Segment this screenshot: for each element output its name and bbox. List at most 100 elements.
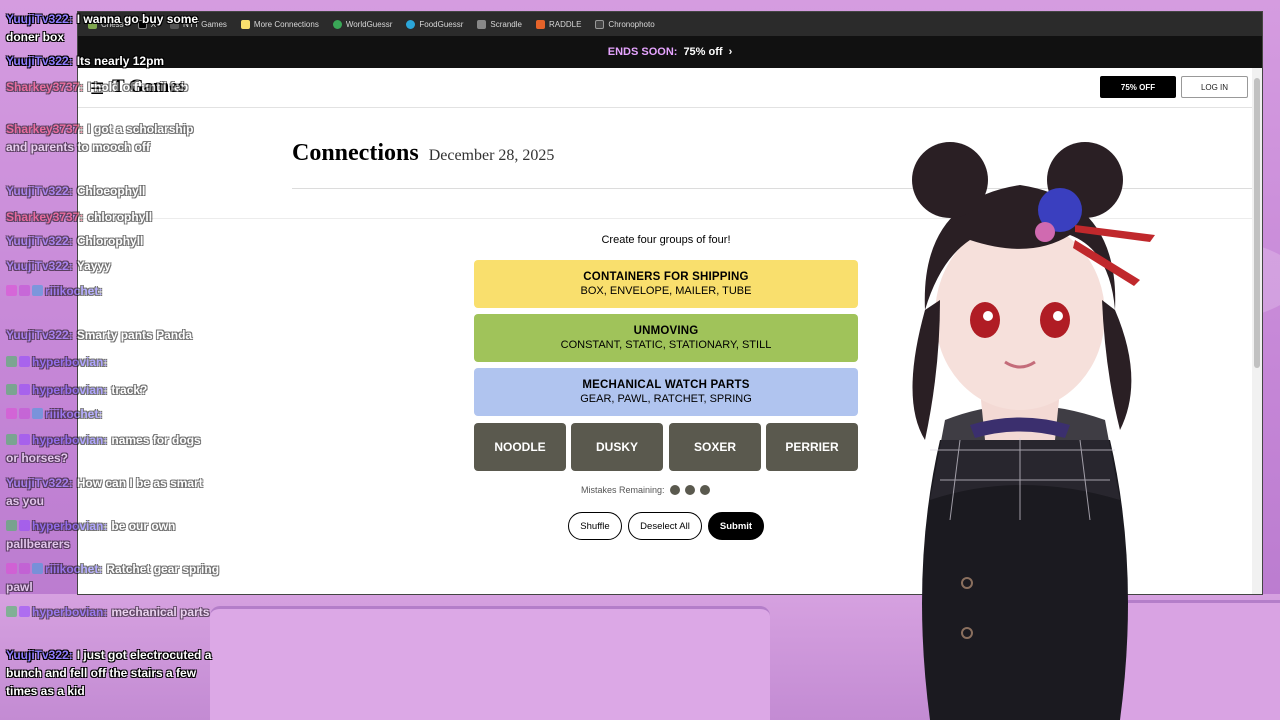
- group-words: GEAR, PAWL, RATCHET, SPRING: [580, 393, 752, 405]
- chat-username: YuujiTv322:: [6, 648, 73, 662]
- solved-group-yellow: CONTAINERS FOR SHIPPING BOX, ENVELOPE, M…: [474, 260, 858, 308]
- badge-icon: [19, 606, 30, 617]
- badge-icon: [19, 434, 30, 445]
- bookmark-label: RADDLE: [548, 19, 582, 29]
- mistakes-label: Mistakes Remaining:: [581, 485, 665, 495]
- badge-icon: [19, 285, 30, 296]
- chat-username: hyperbovian:: [32, 433, 108, 447]
- bookmark-worldguessr[interactable]: WorldGuessr: [332, 19, 393, 29]
- shuffle-button[interactable]: Shuffle: [568, 512, 622, 540]
- chat-message: YuujiTv322: Chloeophyll: [6, 182, 226, 200]
- mistake-dot: [669, 485, 680, 495]
- chat-username: YuujiTv322:: [6, 184, 73, 198]
- bookmark-label: Scrandle: [490, 19, 522, 29]
- deselect-all-button[interactable]: Deselect All: [628, 512, 702, 540]
- chat-username: hyperbovian:: [32, 383, 108, 397]
- mistake-dot: [684, 485, 695, 495]
- promo-banner[interactable]: ENDS SOON: 75% off ›: [78, 36, 1262, 68]
- chat-username: Sharkey3737:: [6, 122, 84, 136]
- chat-username: YuujiTv322:: [6, 476, 73, 490]
- chat-username: YuujiTv322:: [6, 234, 73, 248]
- login-button[interactable]: LOG IN: [1181, 76, 1248, 98]
- bookmark-more-connections[interactable]: More Connections: [240, 19, 319, 29]
- bookmark-label: Chronophoto: [608, 19, 655, 29]
- group-name: MECHANICAL WATCH PARTS: [582, 379, 750, 391]
- chat-message: Sharkey3737: I hold off until feb: [6, 78, 206, 96]
- chat-text: Chloeophyll: [76, 184, 146, 198]
- badge-icon: [19, 356, 30, 367]
- solved-group-blue: MECHANICAL WATCH PARTS GEAR, PAWL, RATCH…: [474, 368, 858, 416]
- bookmark-label: More Connections: [253, 19, 319, 29]
- game-date: December 28, 2025: [428, 147, 555, 164]
- chat-text: Yayyy: [76, 259, 111, 273]
- word-tile-dusky[interactable]: DUSKY: [571, 423, 663, 471]
- chat-text: Smarty pants Panda: [76, 328, 193, 342]
- chat-message: hyperbovian: names for dogs or horses?: [6, 431, 216, 467]
- word-tile-noodle[interactable]: NOODLE: [474, 423, 566, 471]
- badge-icon: [19, 408, 30, 419]
- submit-button[interactable]: Submit: [708, 512, 764, 540]
- chat-username: hyperbovian:: [32, 355, 108, 369]
- food-icon: [406, 19, 416, 29]
- mistake-dot: [699, 485, 710, 495]
- bookmark-label: FoodGuessr: [419, 19, 464, 29]
- badge-icon: [6, 285, 17, 296]
- vtuber-avatar: [912, 142, 1155, 720]
- bookmark-raddle[interactable]: RADDLE: [535, 19, 582, 29]
- raddle-icon: [535, 19, 545, 29]
- chat-username: Sharkey3737:: [6, 210, 84, 224]
- chat-message: YuujiTv322: I just got electrocuted a bun…: [6, 646, 221, 700]
- game-title: Connections: [292, 140, 419, 166]
- chat-message: YuujiTv322: How can I be as smart as you: [6, 474, 216, 510]
- subscribe-button[interactable]: 75% OFF: [1100, 76, 1176, 98]
- word-tile-soxer[interactable]: SOXER: [669, 423, 761, 471]
- chat-message: YuujiTv322: I wanna go buy some doner box: [6, 10, 206, 46]
- badge-icon: [6, 356, 17, 367]
- bookmark-scrandle[interactable]: Scrandle: [477, 19, 522, 29]
- promo-offer: 75% off: [683, 46, 723, 58]
- site-header: ☰ T Games 75% OFF LOG IN: [78, 68, 1262, 108]
- chat-text: Chlorophyll: [76, 234, 144, 248]
- chat-text: I hold off until feb: [87, 80, 189, 94]
- badge-icon: [6, 520, 17, 531]
- group-words: CONSTANT, STATIC, STATIONARY, STILL: [560, 339, 772, 351]
- chat-message: Sharkey3737: I got a scholarship and pare…: [6, 120, 206, 156]
- chat-username: riiikochet:: [45, 284, 103, 298]
- word-tile-perrier[interactable]: PERRIER: [766, 423, 858, 471]
- chevron-right-icon: ›: [728, 46, 733, 58]
- chat-message: hyperbovian: be our own pallbearers: [6, 517, 216, 553]
- bookmark-label: WorldGuessr: [345, 19, 393, 29]
- chat-message: YuujiTv322: Its nearly 12pm: [6, 52, 206, 70]
- badge-icon: [6, 606, 17, 617]
- chat-username: YuujiTv322:: [6, 54, 73, 68]
- chat-text: mechanical parts: [111, 605, 210, 619]
- group-words: BOX, ENVELOPE, MAILER, TUBE: [580, 285, 752, 297]
- badge-icon: [19, 384, 30, 395]
- chat-message: hyperbovian:: [6, 353, 226, 371]
- page-scrollbar[interactable]: [1252, 68, 1262, 594]
- badge-icon: [19, 563, 30, 574]
- camera-icon: [595, 19, 605, 29]
- chat-username: riiikochet:: [45, 562, 103, 576]
- badge-icon: [32, 285, 43, 296]
- scrollbar-thumb[interactable]: [1254, 78, 1260, 368]
- group-name: UNMOVING: [633, 325, 699, 337]
- chat-message: riiikochet:: [6, 405, 226, 423]
- badge-icon: [6, 563, 17, 574]
- bookmark-foodguessr[interactable]: FoodGuessr: [406, 19, 464, 29]
- game-title-row: Connections December 28, 2025: [292, 140, 554, 167]
- grid-icon: [240, 19, 250, 29]
- chat-username: riiikochet:: [45, 407, 103, 421]
- chat-message: riiikochet: Ratchet gear spring pawl: [6, 560, 226, 596]
- chat-text: chlorophyll: [87, 210, 153, 224]
- group-name: CONTAINERS FOR SHIPPING: [583, 271, 749, 283]
- bookmark-chronophoto[interactable]: Chronophoto: [595, 19, 655, 29]
- chat-message: YuujiTv322: Smarty pants Panda: [6, 326, 226, 344]
- globe-icon: [332, 19, 342, 29]
- badge-icon: [6, 384, 17, 395]
- badge-icon: [19, 520, 30, 531]
- stream-chat-overlay: YuujiTv322: I wanna go buy some doner box…: [6, 8, 236, 708]
- promo-ends-label: ENDS SOON:: [607, 46, 678, 58]
- chat-message: hyperbovian: track?: [6, 381, 226, 399]
- badge-icon: [6, 408, 17, 419]
